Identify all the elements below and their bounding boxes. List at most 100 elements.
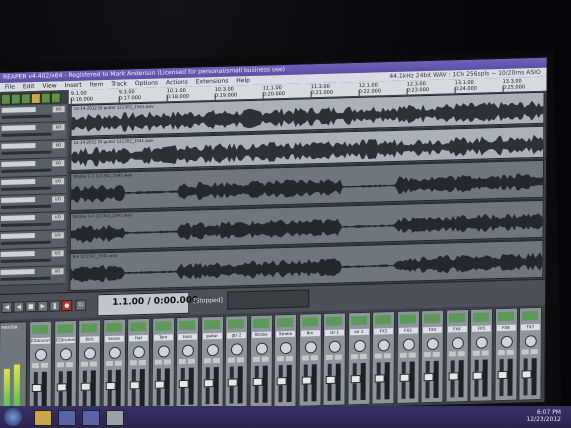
track-volume-slider[interactable] xyxy=(0,258,51,264)
route-button[interactable] xyxy=(32,324,49,335)
pan-knob[interactable] xyxy=(402,338,415,351)
mixer-channel-strip[interactable]: Kick xyxy=(77,319,102,413)
go-to-start-button[interactable]: ◀ xyxy=(1,301,13,314)
mute-button[interactable] xyxy=(56,362,64,368)
track-volume-slider[interactable] xyxy=(1,204,52,209)
mute-button[interactable] xyxy=(154,359,162,365)
mixer-channel-strip[interactable]: Hat xyxy=(126,317,151,412)
volume-fader-cap[interactable] xyxy=(105,381,116,391)
track-name-field[interactable] xyxy=(0,269,35,276)
volume-fader-cap[interactable] xyxy=(301,376,312,385)
mute-button[interactable] xyxy=(227,357,235,363)
mute-button[interactable] xyxy=(129,360,137,366)
track-io-button[interactable]: I/O xyxy=(52,142,65,149)
volume-fader-cap[interactable] xyxy=(154,380,165,389)
track-volume-slider[interactable] xyxy=(1,186,52,191)
pan-knob[interactable] xyxy=(500,335,513,349)
mute-button[interactable] xyxy=(448,351,456,357)
mute-button[interactable] xyxy=(374,353,382,359)
pan-knob[interactable] xyxy=(108,346,121,360)
route-button[interactable] xyxy=(179,320,196,331)
track-name-field[interactable] xyxy=(1,179,36,185)
track-name-field[interactable] xyxy=(0,233,35,239)
pan-knob[interactable] xyxy=(132,346,145,359)
track-name-field[interactable] xyxy=(1,124,36,131)
record-button[interactable]: ● xyxy=(61,300,73,312)
mute-button[interactable] xyxy=(80,361,88,367)
pan-knob[interactable] xyxy=(475,336,488,349)
track-io-button[interactable]: I/O xyxy=(52,124,65,131)
volume-fader-cap[interactable] xyxy=(80,382,91,391)
volume-fader-cap[interactable] xyxy=(472,371,483,380)
mixer-channel-strip[interactable]: FX2 xyxy=(395,310,420,405)
volume-fader-cap[interactable] xyxy=(178,379,189,389)
menu-file[interactable]: File xyxy=(5,84,15,91)
volume-fader-cap[interactable] xyxy=(227,378,238,387)
start-button[interactable] xyxy=(4,408,22,426)
volume-fader-cap[interactable] xyxy=(497,370,508,380)
track-io-button[interactable]: I/O xyxy=(51,214,64,221)
reaper-taskbar-icon[interactable] xyxy=(106,410,124,426)
track-name-field[interactable] xyxy=(1,142,36,149)
menu-actions[interactable]: Actions xyxy=(166,79,188,87)
solo-button[interactable] xyxy=(285,355,293,362)
solo-button[interactable] xyxy=(383,353,391,359)
volume-fader-cap[interactable] xyxy=(399,373,410,382)
route-button[interactable] xyxy=(252,318,269,328)
mixer-channel-strip[interactable]: bass xyxy=(175,316,200,411)
route-button[interactable] xyxy=(399,314,416,324)
track-volume-slider[interactable] xyxy=(1,150,52,155)
pan-knob[interactable] xyxy=(34,348,48,362)
mixer-channel-strip[interactable]: str 1 xyxy=(322,312,347,407)
volume-fader-cap[interactable] xyxy=(374,374,385,383)
volume-fader-cap[interactable] xyxy=(252,377,263,387)
track-header[interactable]: I/O xyxy=(0,104,67,124)
menu-extensions[interactable]: Extensions xyxy=(196,78,229,86)
mixer-channel-strip[interactable]: FX1 xyxy=(371,311,396,405)
solo-button[interactable] xyxy=(334,354,342,360)
track-header[interactable]: I/O xyxy=(0,230,66,251)
track-name-field[interactable] xyxy=(1,106,36,113)
route-button[interactable] xyxy=(130,321,147,332)
track-io-button[interactable]: I/O xyxy=(52,106,65,113)
track-volume-slider[interactable] xyxy=(0,240,51,245)
route-button[interactable] xyxy=(423,313,441,324)
track-volume-slider[interactable] xyxy=(1,114,52,119)
solo-button[interactable] xyxy=(310,355,318,361)
rewind-button[interactable]: ◀ xyxy=(13,301,25,313)
mute-button[interactable] xyxy=(350,354,358,360)
track-header[interactable]: I/O xyxy=(0,248,66,269)
menu-edit[interactable]: Edit xyxy=(23,83,35,90)
solo-button[interactable] xyxy=(506,349,514,355)
solo-button[interactable] xyxy=(261,356,269,362)
pan-knob[interactable] xyxy=(279,341,292,355)
track-name-field[interactable] xyxy=(0,215,35,221)
mute-button[interactable] xyxy=(203,358,211,364)
pan-knob[interactable] xyxy=(524,335,537,348)
pan-knob[interactable] xyxy=(157,345,170,358)
track-io-button[interactable]: I/O xyxy=(51,268,64,275)
track-header[interactable]: I/O xyxy=(0,140,67,160)
solo-button[interactable] xyxy=(432,351,440,357)
route-button[interactable] xyxy=(154,321,171,331)
stop-button[interactable]: ■ xyxy=(25,301,37,313)
mute-button[interactable] xyxy=(423,352,431,358)
media-player-icon[interactable] xyxy=(58,410,76,426)
track-header[interactable]: I/O xyxy=(0,176,67,197)
volume-fader-cap[interactable] xyxy=(203,379,214,388)
save-project-icon[interactable] xyxy=(20,93,31,105)
explorer-icon[interactable] xyxy=(34,410,52,426)
open-project-icon[interactable] xyxy=(10,93,21,105)
mixer-channel-strip[interactable]: FX5 xyxy=(469,308,494,402)
mixer-channel-strip[interactable]: Strobe xyxy=(249,314,273,409)
menu-insert[interactable]: Insert xyxy=(65,82,82,89)
solo-button[interactable] xyxy=(163,359,171,365)
solo-button[interactable] xyxy=(65,362,73,368)
solo-button[interactable] xyxy=(89,361,97,367)
pan-knob[interactable] xyxy=(353,339,366,353)
browser-icon[interactable] xyxy=(82,410,100,426)
volume-fader-cap[interactable] xyxy=(56,383,67,392)
track-io-button[interactable]: I/O xyxy=(51,250,64,257)
solo-button[interactable] xyxy=(187,358,195,364)
solo-button[interactable] xyxy=(40,362,48,368)
